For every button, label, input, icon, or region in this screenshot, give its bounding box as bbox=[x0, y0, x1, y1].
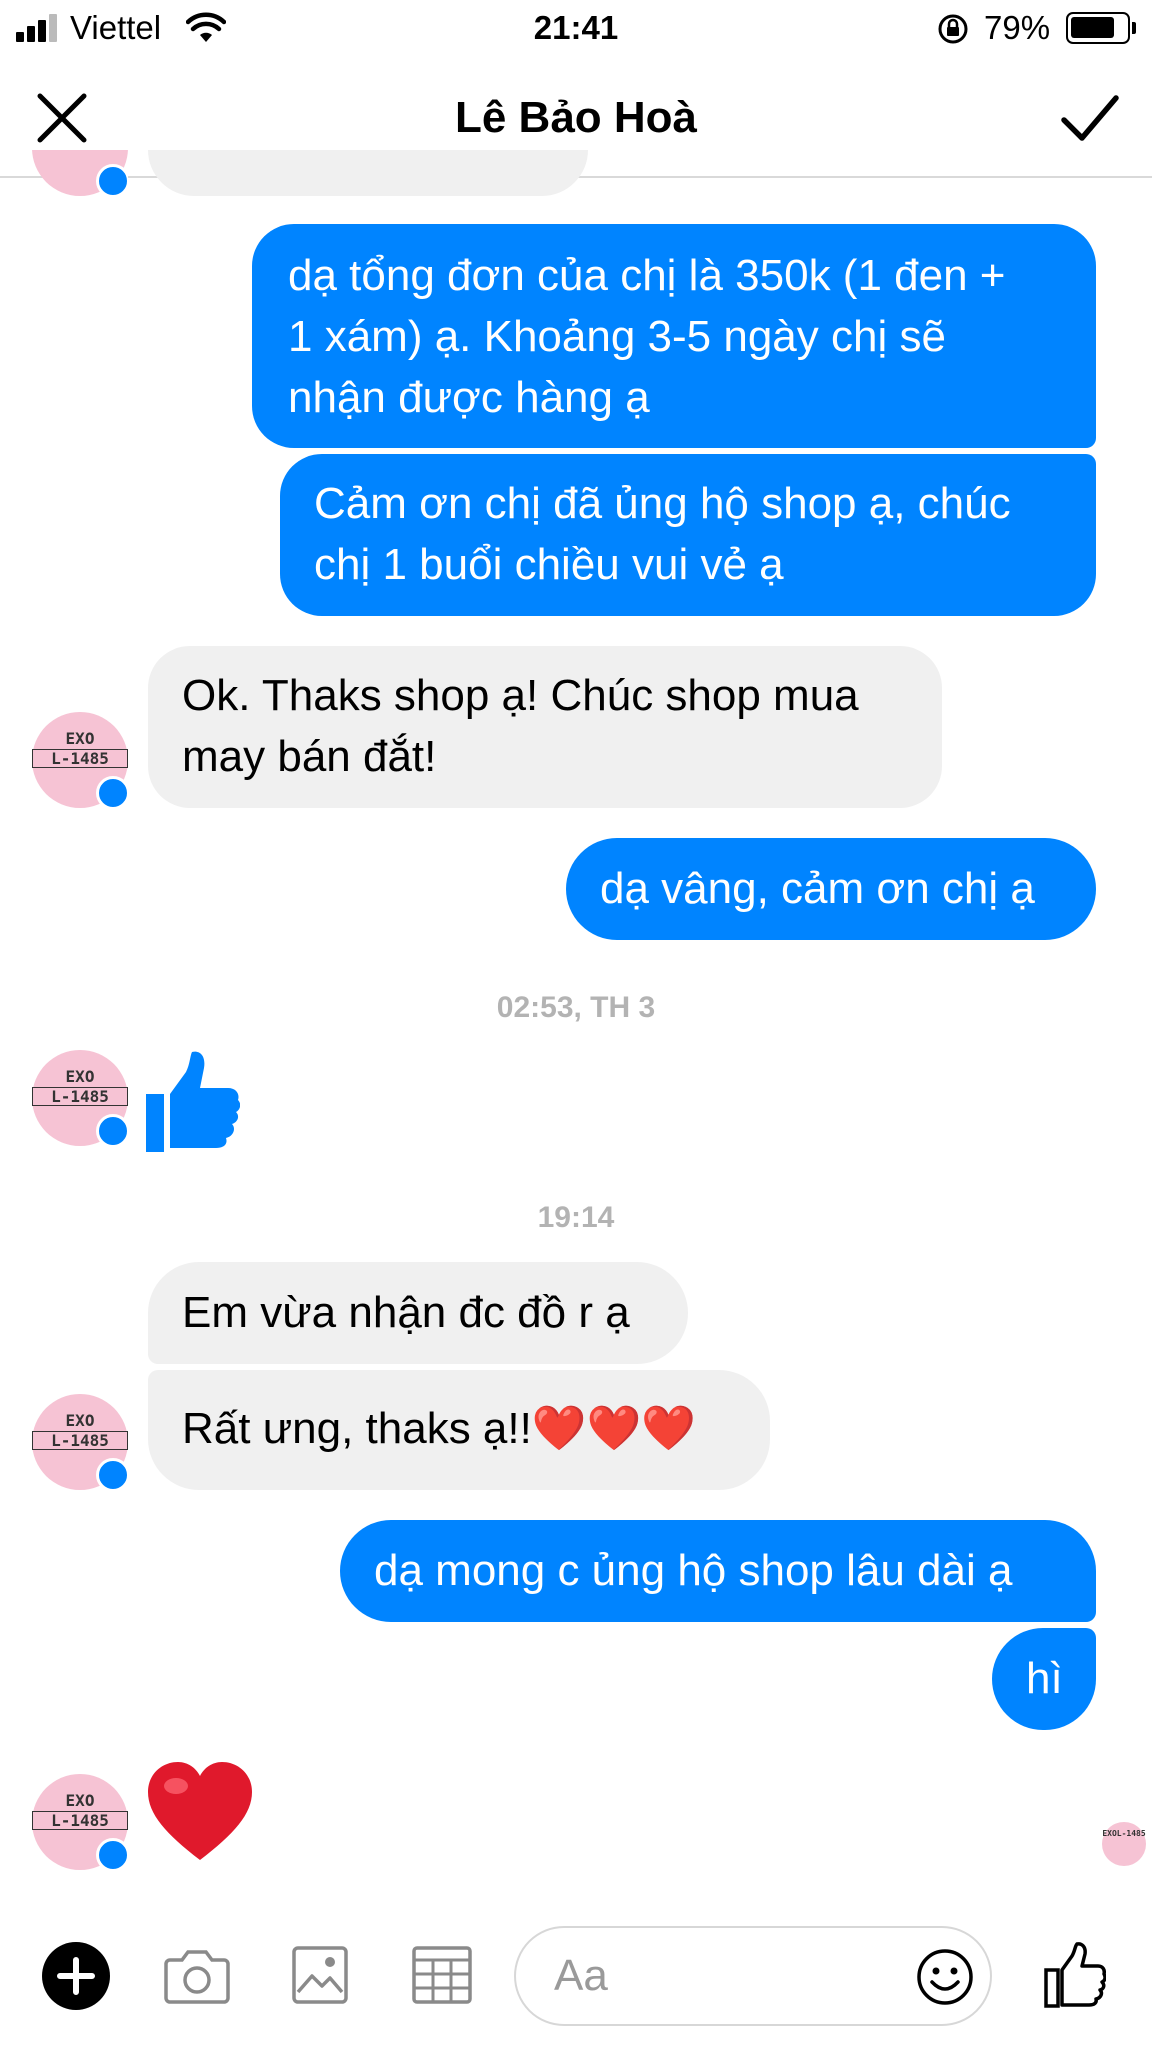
message-line: 1 xám) ạ. Khoảng 3-5 ngày chị sẽ bbox=[288, 312, 946, 361]
camera-icon[interactable] bbox=[164, 1946, 230, 2004]
outgoing-message[interactable]: hì bbox=[992, 1628, 1096, 1730]
previous-message-bubble bbox=[148, 150, 588, 196]
incoming-message[interactable]: Ok. Thaks shop ạ! Chúc shop mua may bán … bbox=[148, 646, 942, 808]
messenger-badge-icon bbox=[96, 1838, 130, 1872]
avatar[interactable]: EXO L-1485 bbox=[32, 1050, 130, 1148]
messenger-badge-icon bbox=[96, 1114, 130, 1148]
image-icon[interactable] bbox=[292, 1946, 348, 2004]
message-composer[interactable] bbox=[514, 1926, 992, 2026]
message-line: dạ vâng, cảm ơn chị ạ bbox=[600, 864, 1035, 913]
contact-name: Lê Bảo Hoà bbox=[454, 93, 698, 142]
outgoing-message[interactable]: dạ mong c ủng hộ shop lâu dài ạ bbox=[340, 1520, 1096, 1622]
message-line: hì bbox=[1026, 1654, 1063, 1703]
avatar-partial bbox=[32, 150, 128, 196]
incoming-message[interactable]: Rất ưng, thaks ạ!!❤️❤️❤️ bbox=[148, 1370, 770, 1490]
timestamp: 02:53, TH 3 bbox=[496, 991, 656, 1024]
message-line: dạ mong c ủng hộ shop lâu dài ạ bbox=[374, 1546, 1013, 1595]
message-line: Em vừa nhận đc đồ r ạ bbox=[182, 1288, 630, 1337]
like-icon[interactable] bbox=[1044, 1942, 1106, 2008]
incoming-message[interactable]: Em vừa nhận đc đồ r ạ bbox=[148, 1262, 688, 1364]
message-line: Cảm ơn chị đã ủng hộ shop ạ, chúc bbox=[314, 479, 1011, 528]
message-line: Ok. Thaks shop ạ! Chúc shop mua bbox=[182, 671, 859, 720]
message-line: nhận được hàng ạ bbox=[288, 373, 650, 422]
message-line: dạ tổng đơn của chị là 350k (1 đen + bbox=[288, 251, 1006, 300]
avatar[interactable]: EXO L-1485 bbox=[32, 712, 130, 810]
messenger-badge-icon bbox=[96, 1458, 130, 1492]
heart-emoji[interactable] bbox=[146, 1760, 254, 1868]
battery-percent: 79% bbox=[984, 9, 1051, 46]
seen-avatar: EXOL-1485 bbox=[1102, 1822, 1146, 1866]
message-line: chị 1 buổi chiều vui vẻ ạ bbox=[314, 540, 784, 589]
message-input[interactable] bbox=[554, 1948, 874, 2004]
plus-icon[interactable] bbox=[42, 1942, 110, 2010]
heart-emojis: ❤️❤️❤️ bbox=[531, 1404, 697, 1453]
outgoing-message[interactable]: dạ vâng, cảm ơn chị ạ bbox=[566, 838, 1096, 940]
grid-icon[interactable] bbox=[412, 1946, 472, 2004]
message-text: Rất ưng, thaks ạ!! bbox=[182, 1404, 532, 1453]
emoji-icon[interactable] bbox=[916, 1948, 974, 2006]
checkmark-icon[interactable] bbox=[1060, 92, 1120, 144]
messenger-badge-icon bbox=[96, 776, 130, 810]
avatar[interactable]: EXO L-1485 bbox=[32, 1394, 130, 1492]
orientation-lock-icon bbox=[938, 14, 968, 44]
message-line: may bán đắt! bbox=[182, 732, 437, 781]
status-bar: Viettel 21:41 79% bbox=[0, 0, 1152, 60]
thumbs-up-icon[interactable] bbox=[146, 1050, 240, 1152]
outgoing-message[interactable]: Cảm ơn chị đã ủng hộ shop ạ, chúc chị 1 … bbox=[280, 454, 1096, 616]
clock: 21:41 bbox=[533, 9, 619, 46]
timestamp: 19:14 bbox=[537, 1201, 615, 1234]
avatar[interactable]: EXO L-1485 bbox=[32, 1774, 130, 1872]
outgoing-message[interactable]: dạ tổng đơn của chị là 350k (1 đen + 1 x… bbox=[252, 224, 1096, 448]
battery-icon bbox=[1066, 12, 1130, 44]
